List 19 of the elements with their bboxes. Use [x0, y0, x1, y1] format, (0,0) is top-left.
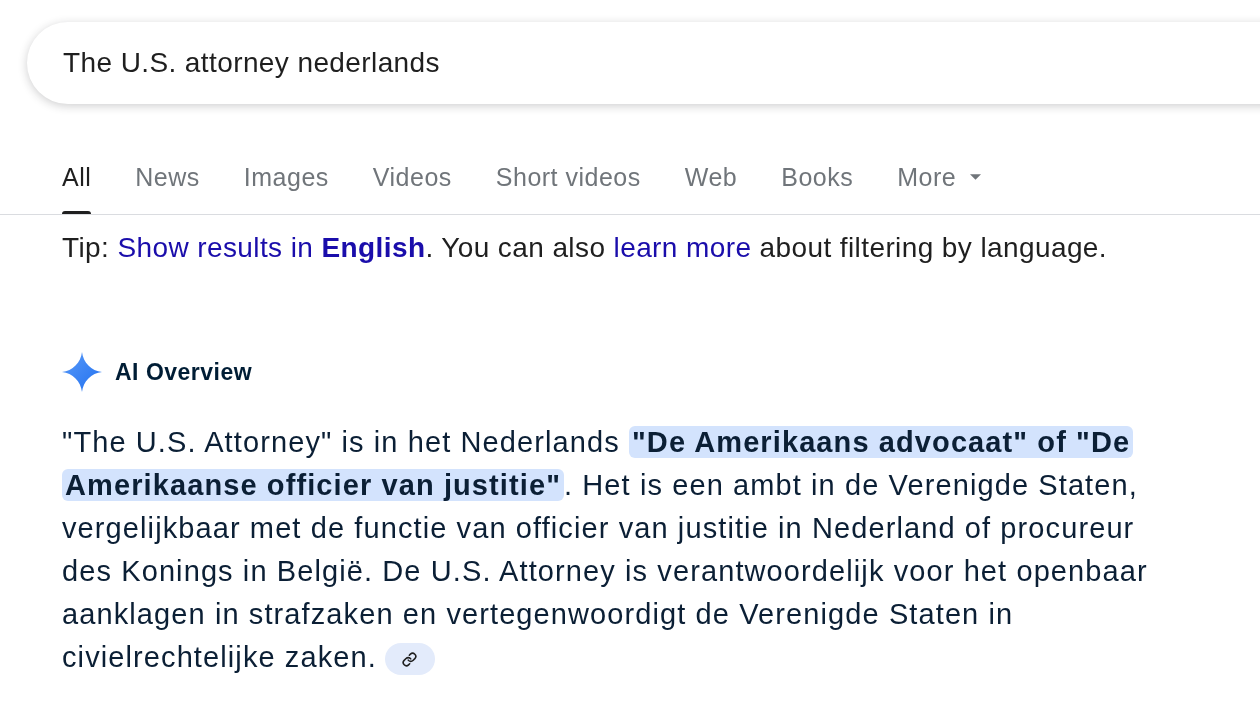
language-tip: Tip: Show results in English. You can also learn more about filtering by language. — [61, 231, 1109, 265]
source-link-button[interactable] — [384, 643, 435, 676]
search-tab[interactable]: News — [135, 150, 200, 214]
search-query: The U.S. attorney nederlands — [63, 46, 440, 80]
search-tab[interactable]: Images — [243, 150, 329, 214]
link[interactable]: learn more — [613, 232, 752, 263]
link-icon — [402, 651, 418, 667]
search-tab[interactable]: All — [62, 150, 92, 214]
search-field[interactable]: The U.S. attorney nederlands — [27, 22, 1260, 104]
overview-text: "The U.S. Attorney" is in het Nederlands "De Amerikaans advocaat" of "De Amerikaanse officier van justitie". Het is een ambt in de Verenigde Staten, vergelijkbaar met de functie van officier van justitie in Nederland of procureur des Konings in België. De U.S. Attorney is verantwoordelijk voor het openbaar aanklagen in strafzaken en vertegenwoordigt de Verenigde Staten in civielrechtelijke zaken. — [62, 421, 1162, 679]
caret-icon — [970, 174, 982, 180]
search-tab[interactable]: Short videos — [495, 150, 641, 214]
link[interactable]: Show results in English — [117, 232, 426, 263]
more-menu-tab[interactable]: More — [897, 150, 982, 214]
ai-overview-title: AI Overview — [115, 357, 253, 387]
search-tab[interactable]: Web — [684, 150, 738, 214]
sparkle-icon — [62, 352, 102, 392]
search-tab[interactable]: Videos — [372, 150, 452, 214]
search-tab[interactable]: Books — [781, 150, 854, 214]
